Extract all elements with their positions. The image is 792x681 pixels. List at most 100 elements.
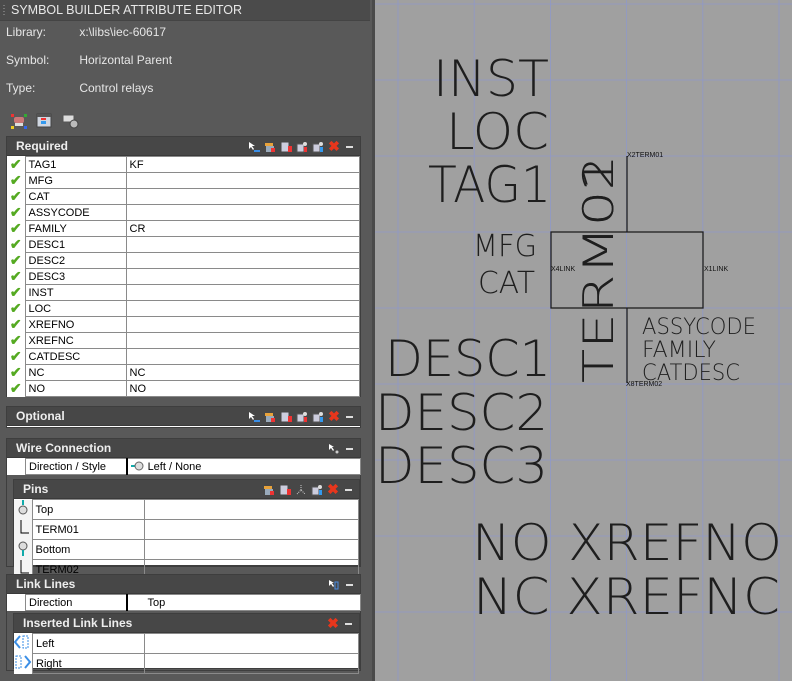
canvas-label-tag1[interactable]: TAG1: [428, 156, 551, 214]
pins-header[interactable]: Pins ✖: [14, 480, 359, 499]
required-row[interactable]: ✔ MFG: [7, 172, 360, 189]
pin-row[interactable]: Bottom: [14, 539, 359, 560]
attribute-value[interactable]: [125, 348, 360, 365]
drawing-canvas[interactable]: INST LOC TAG1 MFG CAT DESC1 DESC2 DESC3 …: [375, 0, 792, 681]
canvas-label-desc1[interactable]: DESC1: [385, 330, 551, 388]
pin-value[interactable]: [143, 539, 359, 560]
delete-icon[interactable]: ✖: [328, 409, 340, 423]
canvas-label-mfg[interactable]: MFG: [473, 229, 537, 264]
link-value[interactable]: [144, 653, 359, 674]
attribute-value[interactable]: [125, 236, 360, 253]
pin-row[interactable]: Top: [14, 499, 359, 520]
collapse-icon[interactable]: [343, 483, 353, 495]
required-row[interactable]: ✔ XREFNO: [7, 316, 360, 333]
required-row[interactable]: ✔ ASSYCODE: [7, 204, 360, 221]
required-row[interactable]: ✔ CAT: [7, 188, 360, 205]
required-row[interactable]: ✔ NC NC: [7, 364, 360, 381]
pick-icon[interactable]: [248, 140, 260, 152]
attribute-value[interactable]: [125, 316, 360, 333]
pick-wire-icon[interactable]: [328, 442, 340, 454]
collapse-icon[interactable]: [343, 617, 353, 629]
delete-icon[interactable]: ✖: [327, 616, 339, 630]
attribute-value[interactable]: CR: [125, 220, 360, 237]
optional-header[interactable]: Optional ✖: [7, 407, 360, 426]
attribute-value[interactable]: [125, 332, 360, 349]
collapse-icon[interactable]: [344, 578, 354, 590]
pin-label-x1link[interactable]: X1LINK: [704, 266, 728, 273]
link-direction-value[interactable]: Top: [125, 594, 361, 611]
canvas-label-desc3[interactable]: DESC3: [375, 437, 548, 495]
collapse-icon[interactable]: [344, 410, 354, 422]
convert-icon[interactable]: [296, 410, 308, 423]
attribute-value[interactable]: [125, 204, 360, 221]
required-row[interactable]: ✔ LOC: [7, 300, 360, 317]
attribute-template-icon[interactable]: [36, 113, 54, 129]
attribute-value[interactable]: NC: [125, 364, 360, 381]
insert-attribute-icon[interactable]: [10, 113, 28, 129]
canvas-label-loc[interactable]: LOC: [446, 103, 549, 161]
required-row[interactable]: ✔ NO NO: [7, 380, 360, 397]
insert-icon[interactable]: [264, 410, 276, 422]
required-row[interactable]: ✔ INST: [7, 284, 360, 301]
pick-icon[interactable]: [248, 410, 260, 422]
delete-icon[interactable]: ✖: [328, 139, 340, 153]
link-value[interactable]: [144, 633, 359, 654]
required-row[interactable]: ✔ XREFNC: [7, 332, 360, 349]
attribute-name: NO: [24, 380, 127, 397]
attribute-value[interactable]: [125, 268, 360, 285]
attribute-value[interactable]: [125, 284, 360, 301]
required-row[interactable]: ✔ DESC1: [7, 236, 360, 253]
required-header[interactable]: Required ✖: [7, 137, 360, 156]
settings-icon[interactable]: [62, 113, 80, 129]
canvas-label-inst[interactable]: INST: [433, 50, 549, 108]
pin-label-x2term01[interactable]: X2TERM01: [627, 152, 663, 159]
canvas-label-assycode[interactable]: ASSYCODE: [642, 315, 756, 340]
required-row[interactable]: ✔ FAMILY CR: [7, 220, 360, 237]
inserted-link-row[interactable]: Right: [14, 653, 359, 674]
pin-row[interactable]: TERM01: [14, 519, 359, 540]
check-icon: ✔: [7, 268, 25, 285]
required-row[interactable]: ✔ DESC3: [7, 268, 360, 285]
insert-icon[interactable]: [264, 140, 276, 152]
drawing-svg[interactable]: INST LOC TAG1 MFG CAT DESC1 DESC2 DESC3 …: [375, 0, 792, 681]
required-row[interactable]: ✔ DESC2: [7, 252, 360, 269]
canvas-label-desc2[interactable]: DESC2: [375, 384, 548, 442]
convert-all-icon[interactable]: [312, 410, 324, 423]
attribute-value[interactable]: [125, 300, 360, 317]
pin-label-x4link[interactable]: X4LINK: [551, 266, 575, 273]
inserted-link-lines-header[interactable]: Inserted Link Lines ✖: [14, 614, 359, 633]
edit-icon[interactable]: [280, 410, 292, 423]
collapse-icon[interactable]: [344, 442, 354, 454]
panel-title-bar[interactable]: SYMBOL BUILDER ATTRIBUTE EDITOR: [0, 0, 370, 21]
edit-icon[interactable]: [280, 140, 292, 153]
attribute-value[interactable]: NO: [125, 380, 360, 397]
inserted-link-row[interactable]: Left: [13, 633, 359, 654]
pin-value[interactable]: [143, 519, 359, 540]
attribute-value[interactable]: [125, 252, 360, 269]
attribute-value[interactable]: [125, 188, 360, 205]
pin-label-x8term02[interactable]: X8TERM02: [626, 381, 662, 388]
convert-icon[interactable]: [296, 140, 308, 153]
attribute-value[interactable]: KF: [125, 156, 360, 173]
collapse-icon[interactable]: [344, 140, 354, 152]
canvas-label-family[interactable]: FAMILY: [642, 338, 716, 363]
required-row[interactable]: ✔ CATDESC: [7, 348, 360, 365]
canvas-label-no-xrefno[interactable]: NO XREFNO: [472, 514, 782, 572]
insert-icon[interactable]: [263, 483, 275, 495]
required-row[interactable]: ✔ TAG1 KF: [7, 156, 360, 173]
pin-value[interactable]: [143, 499, 359, 520]
direction-style-value[interactable]: Left / None: [125, 458, 361, 475]
pick-link-icon[interactable]: [328, 578, 340, 590]
convert-icon[interactable]: [311, 483, 323, 496]
canvas-label-nc-xrefnc[interactable]: NC XREFNC: [473, 568, 780, 626]
convert-all-icon[interactable]: [312, 140, 324, 153]
edit-icon[interactable]: [279, 483, 291, 496]
canvas-label-cat[interactable]: CAT: [478, 266, 535, 301]
link-lines-header[interactable]: Link Lines: [7, 575, 360, 594]
attribute-value[interactable]: [125, 172, 360, 189]
wire-connection-header[interactable]: Wire Connection: [7, 439, 360, 458]
canvas-label-term02[interactable]: TERM02: [574, 155, 623, 383]
delete-icon[interactable]: ✖: [327, 482, 339, 496]
pin-pick-icon[interactable]: [295, 483, 307, 495]
grip-icon[interactable]: [3, 5, 5, 16]
